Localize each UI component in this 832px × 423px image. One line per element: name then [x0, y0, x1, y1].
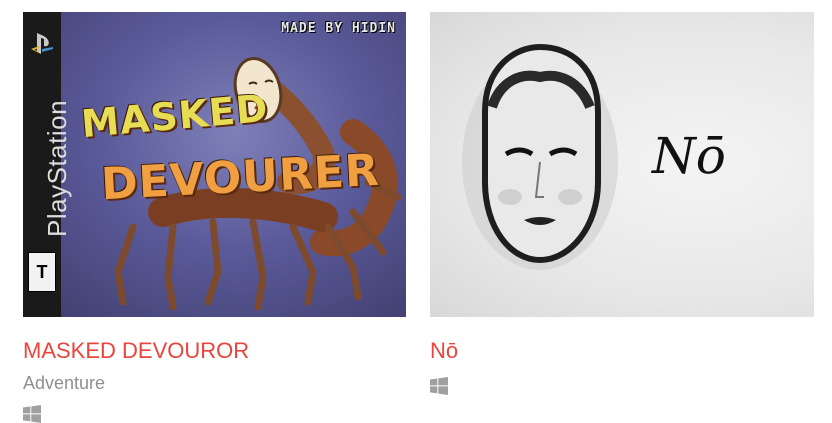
windows-icon [430, 377, 448, 395]
game-genre: Adventure [23, 373, 106, 393]
cover-art-title: Nō [652, 127, 726, 185]
platform-list [23, 405, 406, 423]
windows-icon [23, 405, 41, 423]
noh-mask-illustration [462, 43, 618, 270]
game-card-no[interactable]: Nō Nō [430, 12, 814, 395]
platform-list [430, 377, 814, 395]
game-card-masked-devourer[interactable]: PlayStation T MADE BY HIDIN MASKED DEVOU… [23, 12, 406, 423]
game-cover-image[interactable]: Nō [430, 12, 814, 317]
game-title-link[interactable]: Nō [430, 338, 814, 364]
game-title-link[interactable]: MASKED DEVOUROR [23, 338, 406, 364]
game-cover-image[interactable]: PlayStation T MADE BY HIDIN MASKED DEVOU… [23, 12, 406, 317]
